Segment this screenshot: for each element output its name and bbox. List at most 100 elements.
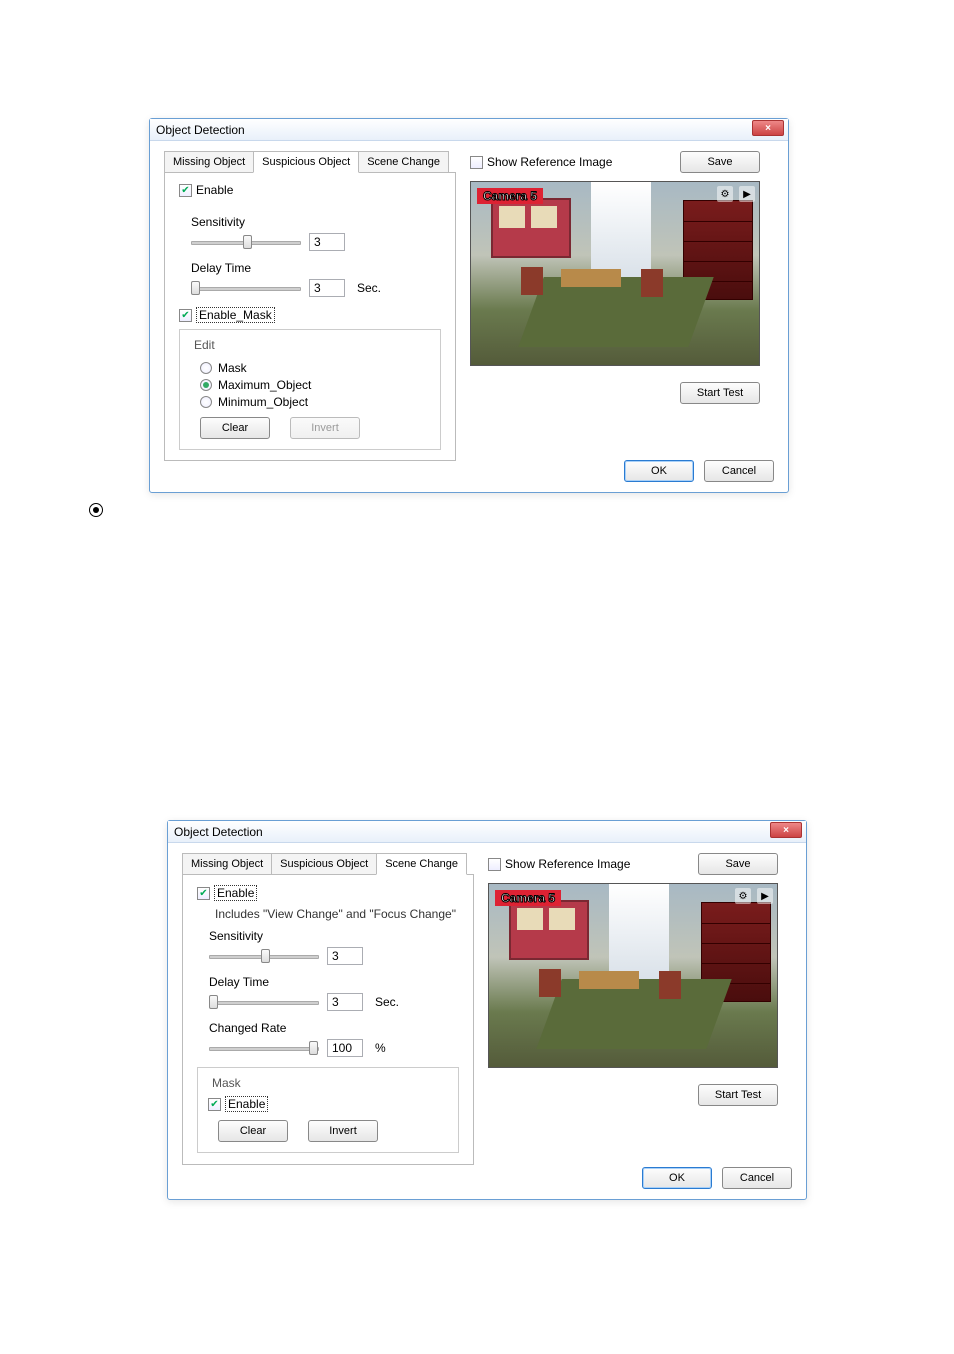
tab-missing-object[interactable]: Missing Object xyxy=(164,151,254,172)
ok-button[interactable]: OK xyxy=(642,1167,712,1189)
show-reference-checkbox[interactable] xyxy=(488,858,501,871)
tabs: Missing Object Suspicious Object Scene C… xyxy=(164,151,456,173)
show-ref-row: Show Reference Image xyxy=(470,155,612,169)
changed-rate-unit: % xyxy=(375,1041,386,1055)
start-test-button[interactable]: Start Test xyxy=(698,1084,778,1106)
enable-mask-label: Enable_Mask xyxy=(196,307,275,323)
radio-max-label: Maximum_Object xyxy=(218,378,311,392)
enable-label: Enable xyxy=(196,183,233,197)
invert-button[interactable]: Invert xyxy=(308,1120,378,1142)
sensitivity-label: Sensitivity xyxy=(209,929,459,943)
tab-suspicious-object[interactable]: Suspicious Object xyxy=(253,151,359,173)
changed-rate-value[interactable]: 100 xyxy=(327,1039,363,1057)
close-button[interactable]: × xyxy=(752,120,784,136)
sensitivity-row: 3 xyxy=(209,947,459,965)
dialog-footer: OK Cancel xyxy=(642,1167,792,1189)
preview-icons: ⚙ ▶ xyxy=(717,186,755,202)
titlebar: Object Detection × xyxy=(168,821,806,843)
radio-maximum-object[interactable] xyxy=(200,379,212,391)
mask-legend: Mask xyxy=(208,1076,245,1090)
radio-mask-row[interactable]: Mask xyxy=(200,361,430,375)
sensitivity-slider[interactable] xyxy=(209,947,319,965)
tab-suspicious-object[interactable]: Suspicious Object xyxy=(271,853,377,874)
ok-button[interactable]: OK xyxy=(624,460,694,482)
mask-enable-label: Enable xyxy=(225,1096,268,1112)
preview-icon-2[interactable]: ▶ xyxy=(739,186,755,202)
edit-group: Edit Mask Maximum_Object Minimum_Object xyxy=(179,329,441,450)
titlebar: Object Detection × xyxy=(150,119,788,141)
preview-bulletin xyxy=(509,900,589,960)
clear-button[interactable]: Clear xyxy=(218,1120,288,1142)
sensitivity-value[interactable]: 3 xyxy=(327,947,363,965)
radio-max-row[interactable]: Maximum_Object xyxy=(200,378,430,392)
start-test-button[interactable]: Start Test xyxy=(680,382,760,404)
dialog-content: Missing Object Suspicious Object Scene C… xyxy=(168,843,806,1157)
changed-rate-row: 100 % xyxy=(209,1039,459,1057)
dialog-title: Object Detection xyxy=(174,825,263,839)
enable-row: Enable xyxy=(179,183,441,197)
preview-chair xyxy=(539,969,561,997)
delay-slider[interactable] xyxy=(191,279,301,297)
right-top-row: Show Reference Image Save xyxy=(488,853,778,875)
slider-thumb[interactable] xyxy=(243,235,252,249)
delay-slider[interactable] xyxy=(209,993,319,1011)
edit-legend: Edit xyxy=(190,338,219,352)
show-reference-checkbox[interactable] xyxy=(470,156,483,169)
slider-thumb[interactable] xyxy=(209,995,218,1009)
right-pane: Show Reference Image Save Camera 5 ⚙ ▶ xyxy=(470,151,760,440)
preview-window xyxy=(591,182,651,282)
enable-checkbox[interactable] xyxy=(179,184,192,197)
preview-icon-1[interactable]: ⚙ xyxy=(735,888,751,904)
changed-rate-slider[interactable] xyxy=(209,1039,319,1057)
slider-thumb[interactable] xyxy=(261,949,270,963)
preview-icon-2[interactable]: ▶ xyxy=(757,888,773,904)
cancel-button[interactable]: Cancel xyxy=(722,1167,792,1189)
clear-button[interactable]: Clear xyxy=(200,417,270,439)
edit-buttons: Clear Invert xyxy=(200,417,430,439)
camera-preview[interactable]: Camera 5 ⚙ ▶ xyxy=(470,181,760,366)
delay-value[interactable]: 3 xyxy=(327,993,363,1011)
slider-thumb[interactable] xyxy=(191,281,200,295)
sensitivity-slider[interactable] xyxy=(191,233,301,251)
camera-badge: Camera 5 xyxy=(495,890,561,906)
delay-row: 3 Sec. xyxy=(191,279,441,297)
enable-mask-checkbox[interactable] xyxy=(179,309,192,322)
tab-missing-object[interactable]: Missing Object xyxy=(182,853,272,874)
sensitivity-value[interactable]: 3 xyxy=(309,233,345,251)
tab-scene-change[interactable]: Scene Change xyxy=(376,853,467,875)
delay-label: Delay Time xyxy=(191,261,441,275)
doc-bullet-icon xyxy=(89,503,103,517)
preview-table xyxy=(579,971,639,989)
close-icon: × xyxy=(765,123,771,134)
preview-bulletin xyxy=(491,198,571,258)
preview-window xyxy=(609,884,669,984)
save-button[interactable]: Save xyxy=(680,151,760,173)
save-button[interactable]: Save xyxy=(698,853,778,875)
delay-label: Delay Time xyxy=(209,975,459,989)
slider-thumb[interactable] xyxy=(309,1041,318,1055)
radio-min-row[interactable]: Minimum_Object xyxy=(200,395,430,409)
start-test-row: Start Test xyxy=(470,382,760,404)
cancel-button[interactable]: Cancel xyxy=(704,460,774,482)
tab-scene-change[interactable]: Scene Change xyxy=(358,151,449,172)
preview-table xyxy=(561,269,621,287)
show-reference-label: Show Reference Image xyxy=(505,857,630,871)
radio-mask[interactable] xyxy=(200,362,212,374)
preview-rug xyxy=(536,979,731,1049)
mask-enable-checkbox[interactable] xyxy=(208,1098,221,1111)
tab-body: Enable Includes "View Change" and "Focus… xyxy=(182,875,474,1165)
invert-button: Invert xyxy=(290,417,360,439)
delay-value[interactable]: 3 xyxy=(309,279,345,297)
radio-mask-label: Mask xyxy=(218,361,247,375)
radio-minimum-object[interactable] xyxy=(200,396,212,408)
show-reference-label: Show Reference Image xyxy=(487,155,612,169)
preview-icon-1[interactable]: ⚙ xyxy=(717,186,733,202)
close-button[interactable]: × xyxy=(770,822,802,838)
camera-badge: Camera 5 xyxy=(477,188,543,204)
mask-group: Mask Enable Clear Invert xyxy=(197,1067,459,1153)
preview-icons: ⚙ ▶ xyxy=(735,888,773,904)
enable-checkbox[interactable] xyxy=(197,887,210,900)
camera-preview[interactable]: Camera 5 ⚙ ▶ xyxy=(488,883,778,1068)
object-detection-dialog-suspicious: Object Detection × Missing Object Suspic… xyxy=(149,118,789,493)
object-detection-dialog-scene-change: Object Detection × Missing Object Suspic… xyxy=(167,820,807,1200)
